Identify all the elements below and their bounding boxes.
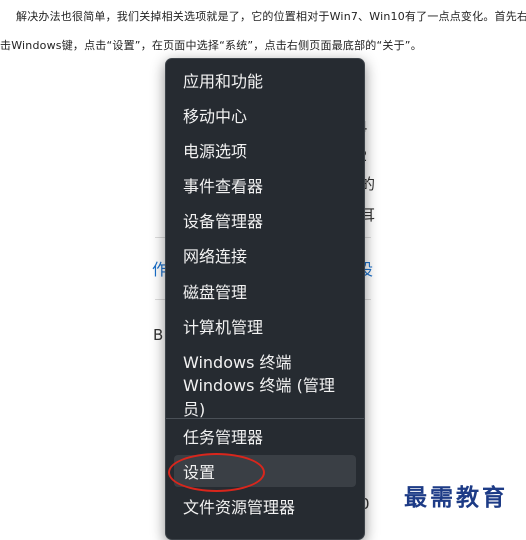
menu-separator <box>166 418 364 419</box>
menu-item-network-connections[interactable]: 网络连接 <box>174 239 356 271</box>
background-fragment: B <box>153 326 164 344</box>
menu-item-windows-terminal-admin[interactable]: Windows 终端 (管理员) <box>174 376 356 419</box>
menu-item-disk-management[interactable]: 磁盘管理 <box>174 275 356 307</box>
menu-item-device-manager[interactable]: 设备管理器 <box>174 204 356 236</box>
article-text-line-1: 解决办法也很简单，我们关掉相关选项就是了，它的位置相对于Win7、Win10有了… <box>16 10 526 23</box>
highlight-circle <box>168 453 265 492</box>
menu-item-apps-and-features[interactable]: 应用和功能 <box>174 64 356 96</box>
menu-item-computer-management[interactable]: 计算机管理 <box>174 310 356 342</box>
menu-item-event-viewer[interactable]: 事件查看器 <box>174 169 356 201</box>
menu-item-task-manager[interactable]: 任务管理器 <box>174 420 356 452</box>
menu-item-file-explorer[interactable]: 文件资源管理器 <box>174 490 356 522</box>
menu-item-power-options[interactable]: 电源选项 <box>174 134 356 166</box>
watermark-logo: 最需教育 <box>404 484 508 511</box>
menu-item-mobility-center[interactable]: 移动中心 <box>174 99 356 131</box>
article-text-line-2: 击Windows键，点击“设置”，在页面中选择“系统”，点击右侧页面最底部的“关… <box>0 39 422 52</box>
